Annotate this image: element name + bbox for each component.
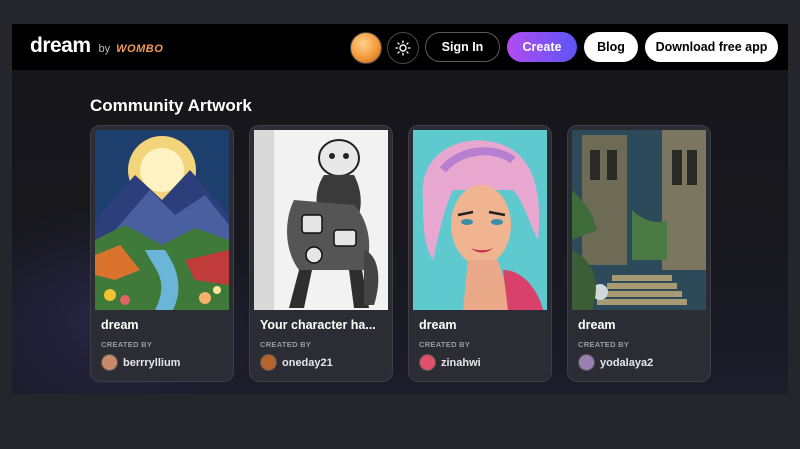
artwork-image[interactable] bbox=[413, 130, 547, 310]
artwork-card[interactable]: Your character ha... CREATED BY oneday21 bbox=[249, 125, 393, 382]
section-title: Community Artwork bbox=[90, 96, 252, 115]
creator-avatar bbox=[101, 354, 118, 371]
artwork-card[interactable]: dream CREATED BY zinahwi bbox=[408, 125, 552, 382]
sign-in-button[interactable]: Sign In bbox=[425, 32, 500, 62]
creator-avatar bbox=[419, 354, 436, 371]
card-title: Your character ha... bbox=[260, 318, 376, 332]
wombo-logo: WOMBO bbox=[116, 43, 164, 55]
top-navbar: dream by WOMBO Sign In Create Blog Downl… bbox=[12, 24, 788, 70]
card-title: dream bbox=[578, 318, 616, 332]
create-button[interactable]: Create bbox=[507, 32, 577, 62]
created-by-label: CREATED BY bbox=[578, 340, 630, 349]
artwork-image[interactable] bbox=[95, 130, 229, 310]
created-by-label: CREATED BY bbox=[101, 340, 153, 349]
blog-button[interactable]: Blog bbox=[584, 32, 638, 62]
artwork-image[interactable] bbox=[572, 130, 706, 310]
creator-name: oneday21 bbox=[282, 356, 333, 369]
created-by-label: CREATED BY bbox=[260, 340, 312, 349]
theme-toggle-button[interactable] bbox=[387, 32, 419, 64]
card-title: dream bbox=[419, 318, 457, 332]
artwork-card[interactable]: dream CREATED BY yodalaya2 bbox=[567, 125, 711, 382]
creator-name: zinahwi bbox=[441, 356, 481, 369]
artwork-image[interactable] bbox=[254, 130, 388, 310]
creator-link[interactable]: berrryllium bbox=[101, 354, 180, 371]
creator-name: yodalaya2 bbox=[600, 356, 654, 369]
created-by-label: CREATED BY bbox=[419, 340, 471, 349]
logo-by-text: by bbox=[98, 43, 111, 55]
sun-icon bbox=[395, 40, 411, 56]
creator-link[interactable]: oneday21 bbox=[260, 354, 333, 371]
logo-text: dream bbox=[30, 34, 91, 57]
dream-logo[interactable]: dream by WOMBO bbox=[30, 34, 163, 58]
creator-link[interactable]: zinahwi bbox=[419, 354, 481, 371]
creator-name: berrryllium bbox=[123, 356, 181, 369]
card-title: dream bbox=[101, 318, 139, 332]
creator-avatar bbox=[260, 354, 277, 371]
creator-avatar bbox=[578, 354, 595, 371]
artwork-card[interactable]: dream CREATED BY berrryllium bbox=[90, 125, 234, 382]
creator-link[interactable]: yodalaya2 bbox=[578, 354, 653, 371]
app-frame: dream by WOMBO Sign In Create Blog Downl… bbox=[12, 24, 788, 394]
user-avatar-button[interactable] bbox=[350, 32, 382, 64]
download-app-button[interactable]: Download free app bbox=[645, 32, 778, 62]
